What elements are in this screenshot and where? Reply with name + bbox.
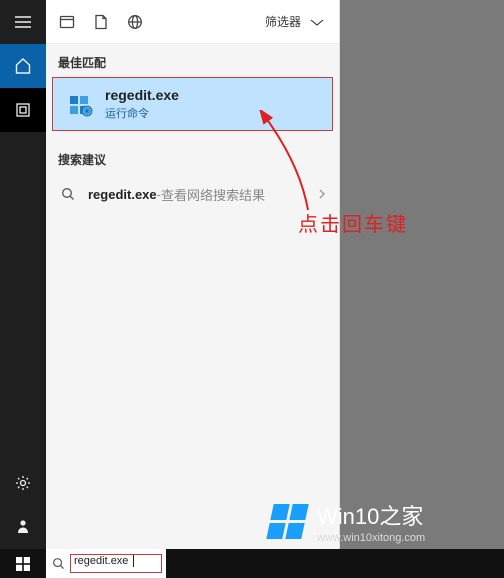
best-match-title: regedit.exe (105, 87, 179, 103)
documents-filter-icon[interactable] (84, 5, 118, 39)
search-icon (50, 556, 66, 572)
annotation-text: 点击回车键 (298, 208, 408, 237)
taskbar-search-box[interactable]: regedit.exe (46, 549, 166, 578)
rail-tile-button[interactable] (0, 88, 46, 132)
suggestion-desc: 查看网络搜索结果 (161, 185, 265, 204)
search-icon (58, 184, 78, 204)
watermark-title: Win10之家 (317, 499, 425, 531)
best-match-result[interactable]: regedit.exe 运行命令 (52, 77, 333, 131)
web-filter-icon[interactable] (118, 5, 152, 39)
search-input-value: regedit.exe (74, 555, 128, 567)
watermark: Win10之家 www.win10xitong.com (270, 493, 504, 549)
desktop-wallpaper (340, 0, 504, 578)
best-match-section-label: 最佳匹配 (46, 44, 339, 77)
start-left-rail (0, 0, 46, 549)
search-results-body: 最佳匹配 regedit.exe 运行命令 搜索建议 (46, 44, 339, 214)
home-button[interactable] (0, 44, 46, 88)
settings-button[interactable] (0, 461, 46, 505)
watermark-url: www.win10xitong.com (317, 532, 425, 544)
search-input[interactable]: regedit.exe (70, 554, 162, 573)
search-panel-header: 筛选器 (46, 0, 339, 44)
suggestions-section-label: 搜索建议 (46, 141, 339, 174)
apps-filter-icon[interactable] (50, 5, 84, 39)
filters-label: 筛选器 (265, 13, 301, 30)
suggestion-query: regedit.exe (88, 187, 157, 202)
hamburger-menu-button[interactable] (0, 0, 46, 44)
filters-dropdown[interactable]: 筛选器 (257, 5, 335, 39)
feedback-button[interactable] (0, 505, 46, 549)
watermark-logo-icon (266, 504, 308, 539)
web-suggestion-item[interactable]: regedit.exe - 查看网络搜索结果 (46, 174, 339, 214)
chevron-right-icon (317, 188, 327, 200)
best-match-subtitle: 运行命令 (105, 105, 179, 121)
search-panel: 筛选器 最佳匹配 regedit.exe 运行命令 (46, 0, 340, 549)
regedit-icon (63, 87, 97, 121)
taskbar: regedit.exe (0, 549, 504, 578)
start-button[interactable] (0, 549, 46, 578)
